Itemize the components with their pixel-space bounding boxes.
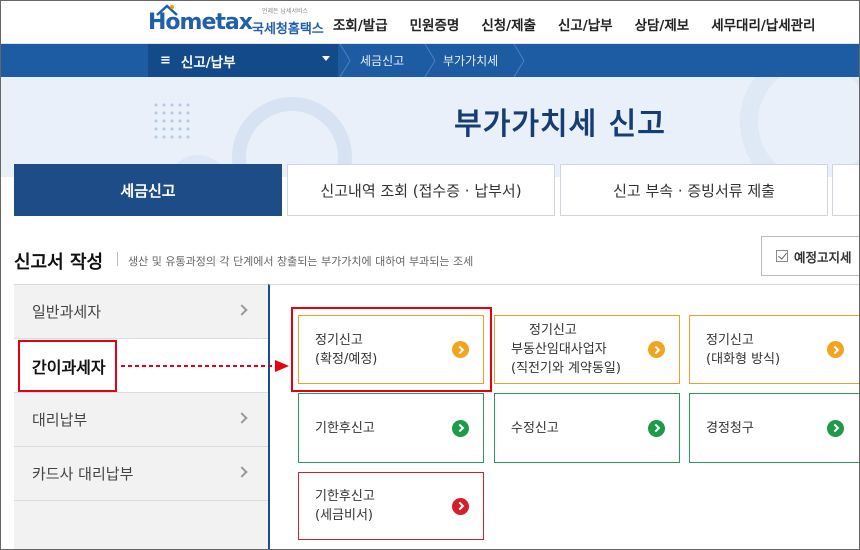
card-line: 기한후신고 bbox=[315, 420, 375, 436]
tab-tax-filing[interactable]: 세금신고 bbox=[14, 164, 282, 216]
arrow-right-icon bbox=[452, 497, 469, 515]
logo-subtitle: 국세청홈택스 bbox=[252, 22, 324, 37]
card-late-filing-secretary[interactable]: 기한후신고 (세금비서) bbox=[298, 472, 484, 540]
card-correction-claim[interactable]: 경정청구 bbox=[689, 393, 860, 463]
gnb-filing[interactable]: 신고/납부 bbox=[558, 14, 613, 34]
hometax-logo[interactable]: 언제든 납세서비스 Hometax 국세청홈택스 bbox=[148, 4, 324, 40]
global-nav: 조회/발급 민원증명 신청/제출 신고/납부 상담/제보 세무대리/납세관리 bbox=[333, 14, 837, 34]
card-line: 경정청구 bbox=[706, 420, 754, 436]
card-line: 정기신고 bbox=[706, 332, 754, 348]
card-line: 수정신고 bbox=[511, 420, 559, 436]
arrow-right-icon bbox=[827, 419, 844, 437]
breadcrumb-vat[interactable]: 부가가치세 bbox=[443, 44, 498, 77]
menu-card-proxy-payment[interactable]: 카드사 대리납부 bbox=[14, 447, 268, 501]
breadcrumb-bar: ≡ 신고/납부 세금신고 부가가치세 bbox=[0, 44, 860, 77]
menu-item-label: 간이과세자 bbox=[32, 358, 106, 377]
gnb-consult[interactable]: 상담/제보 bbox=[635, 14, 690, 34]
card-real-estate-filing[interactable]: 정기신고 부동산임대사업자 (직전기와 계약동일) bbox=[494, 315, 680, 384]
arrow-right-icon bbox=[648, 419, 665, 437]
gnb-inquiry[interactable]: 조회/발급 bbox=[333, 14, 388, 34]
chevron-right-icon bbox=[236, 304, 248, 316]
section-title: 신고서 작성 bbox=[14, 252, 104, 273]
category-menu-label: 신고/납부 bbox=[180, 54, 236, 71]
page-title: 부가가치세 신고 bbox=[454, 107, 666, 142]
advance-notice-button[interactable]: 예정고지세 bbox=[761, 236, 860, 276]
tab-filing-history[interactable]: 신고내역 조회 (접수증 · 납부서) bbox=[287, 164, 555, 216]
checklist-icon bbox=[776, 250, 788, 262]
breadcrumb-separator-icon bbox=[513, 44, 525, 77]
card-line: (직전기와 계약동일) bbox=[511, 361, 621, 376]
menu-item-label: 대리납부 bbox=[32, 411, 88, 429]
advance-notice-label: 예정고지세 bbox=[794, 249, 852, 265]
arrow-right-icon bbox=[452, 341, 469, 358]
card-regular-filing[interactable]: 정기신고 (확정/예정) bbox=[298, 315, 484, 384]
chevron-right-icon bbox=[236, 466, 248, 478]
card-line: (세금비서) bbox=[315, 508, 373, 523]
logo-text: Hometax bbox=[148, 10, 253, 35]
breadcrumb-separator-icon bbox=[424, 44, 436, 77]
chevron-right-icon bbox=[236, 412, 248, 424]
menu-proxy-payment[interactable]: 대리납부 bbox=[14, 393, 268, 447]
card-interactive-filing[interactable]: 정기신고 (대화형 방식) bbox=[689, 315, 860, 384]
gnb-application[interactable]: 신청/제출 bbox=[481, 14, 536, 34]
section-description: 생산 및 유통과정의 각 단계에서 창출되는 부가가치에 대하여 부과되는 조세 bbox=[128, 255, 474, 268]
tab-bar: 세금신고 신고내역 조회 (접수증 · 납부서) 신고 부속 · 증빙서류 제출 bbox=[14, 164, 860, 216]
top-header: 언제든 납세서비스 Hometax 국세청홈택스 조회/발급 민원증명 신청/제… bbox=[0, 0, 860, 44]
breadcrumb-tax-filing[interactable]: 세금신고 bbox=[360, 44, 404, 77]
gnb-agent[interactable]: 세무대리/납세관리 bbox=[711, 14, 815, 34]
arrow-right-icon bbox=[827, 341, 844, 358]
card-late-filing[interactable]: 기한후신고 bbox=[298, 393, 484, 463]
menu-item-label: 카드사 대리납부 bbox=[32, 465, 134, 483]
card-line: 정기신고 bbox=[529, 323, 577, 338]
chevron-down-icon bbox=[322, 56, 330, 61]
card-line: (대화형 방식) bbox=[706, 351, 781, 367]
tab-overflow[interactable] bbox=[832, 164, 860, 216]
hamburger-icon: ≡ bbox=[160, 53, 171, 68]
category-menu-dropdown[interactable]: ≡ 신고/납부 bbox=[148, 44, 338, 77]
menu-general-taxpayer[interactable]: 일반과세자 bbox=[14, 285, 268, 339]
tab-attachment-submit[interactable]: 신고 부속 · 증빙서류 제출 bbox=[560, 164, 828, 216]
gnb-certificate[interactable]: 민원증명 bbox=[410, 14, 460, 34]
highlight-simplified-taxpayer[interactable]: 간이과세자 bbox=[18, 340, 117, 392]
taxpayer-type-menu: 일반과세자 대리납부 카드사 대리납부 bbox=[14, 284, 268, 550]
card-amended-filing[interactable]: 수정신고 bbox=[494, 393, 680, 463]
arrow-right-icon bbox=[648, 341, 665, 358]
logo-tagline: 언제든 납세서비스 bbox=[262, 8, 309, 15]
card-line: (확정/예정) bbox=[315, 351, 378, 367]
page-hero: 부가가치세 신고 bbox=[0, 77, 860, 177]
arrow-right-icon bbox=[452, 419, 469, 437]
breadcrumb-separator-icon bbox=[339, 44, 351, 77]
dashed-arrow-icon bbox=[121, 360, 289, 372]
section-divider bbox=[117, 252, 118, 266]
card-line: 기한후신고 bbox=[315, 489, 375, 504]
card-line: 정기신고 bbox=[315, 332, 363, 348]
card-line: 부동산임대사업자 bbox=[511, 342, 607, 357]
menu-item-label: 일반과세자 bbox=[32, 303, 102, 321]
